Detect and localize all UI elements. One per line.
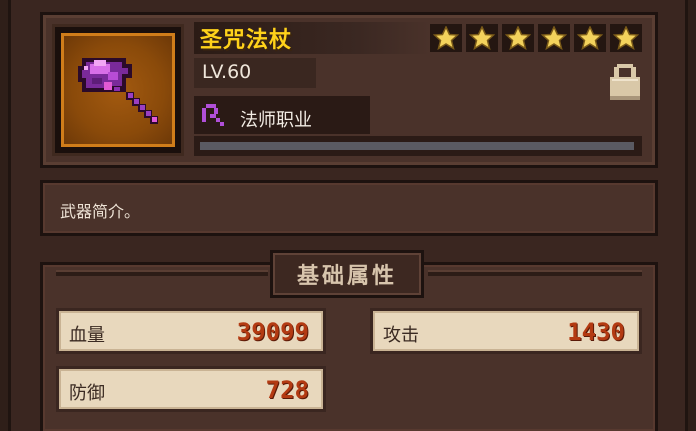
stat-hp-label: 血量: [69, 325, 105, 346]
item-icon-background: [61, 33, 175, 147]
stat-defense-value: 728: [265, 376, 309, 404]
class-label: 法师职业: [240, 110, 312, 131]
item-description: 武器简介。: [60, 202, 141, 221]
star-icon: [610, 24, 642, 52]
star-icon: [538, 24, 570, 52]
star-icon: [430, 24, 462, 52]
stat-attack-value: 1430: [567, 318, 625, 346]
stat-hp-value: 39099: [236, 318, 309, 346]
star-rating: [430, 24, 642, 52]
attributes-title: 基础属性: [296, 264, 397, 289]
divider-left: [56, 270, 268, 276]
progress-fill: [200, 142, 634, 150]
lock-icon[interactable]: [608, 62, 642, 102]
magic-staff-icon: [78, 58, 158, 124]
star-icon: [466, 24, 498, 52]
mage-class-icon: [200, 102, 226, 128]
stat-defense-label: 防御: [69, 383, 105, 404]
item-icon-frame[interactable]: [52, 24, 184, 156]
item-level: LV.60: [202, 61, 252, 83]
item-name: 圣咒法杖: [200, 28, 293, 53]
stat-hp: 血量 39099: [56, 308, 326, 354]
stat-attack: 攻击 1430: [370, 308, 642, 354]
star-icon: [574, 24, 606, 52]
divider-right: [428, 270, 642, 276]
star-icon: [502, 24, 534, 52]
stat-attack-label: 攻击: [383, 325, 419, 346]
stat-defense: 防御 728: [56, 366, 326, 412]
